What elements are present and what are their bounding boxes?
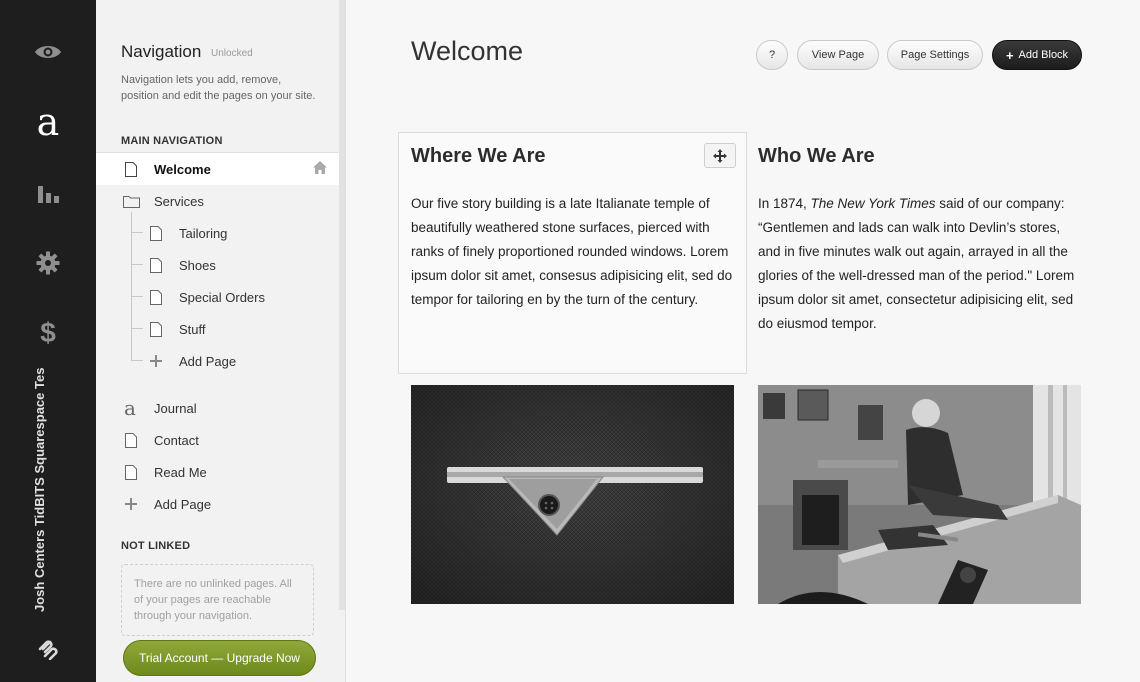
nav-item-journal[interactable]: a Journal <box>96 392 339 424</box>
nav-item-label: Special Orders <box>179 289 265 305</box>
site-name: Josh Centers TidBITS Squarespace Tes <box>32 367 47 612</box>
nav-item-label: Welcome <box>154 161 211 177</box>
nav-item-shoes[interactable]: Shoes <box>96 249 339 281</box>
add-block-label: Add Block <box>1018 49 1069 61</box>
nav-item-stuff[interactable]: Stuff <box>96 313 339 345</box>
page-settings-button[interactable]: Page Settings <box>887 40 983 70</box>
where-we-are-text[interactable]: Our five story building is a late Italia… <box>411 192 737 312</box>
nav-item-label: Add Page <box>179 353 237 369</box>
where-we-are-heading: Where We Are <box>411 145 546 167</box>
newspaper-name: The New York Times <box>810 196 936 211</box>
panel-title: Navigation <box>121 42 202 61</box>
folder-icon <box>122 192 140 210</box>
nav-item-label: Read Me <box>154 464 207 480</box>
panel-description: Navigation lets you add, remove, positio… <box>121 74 316 102</box>
upgrade-button[interactable]: Trial Account — Upgrade Now <box>123 640 316 676</box>
view-page-button[interactable]: View Page <box>797 40 879 70</box>
panel-scrollbar[interactable] <box>339 0 345 610</box>
main-navigation-label: MAIN NAVIGATION <box>121 135 223 147</box>
jacket-pocket-image[interactable] <box>411 385 734 604</box>
who-we-are-text[interactable]: In 1874, The New York Times said of our … <box>758 192 1084 336</box>
nav-item-label: Services <box>154 193 204 209</box>
home-icon[interactable] <box>313 161 327 177</box>
nav-item-tailoring[interactable]: Tailoring <box>96 217 339 249</box>
nav-item-label: Add Page <box>154 496 212 512</box>
eye-icon[interactable] <box>0 40 96 64</box>
nav-item-add-page[interactable]: Add Page <box>96 488 339 520</box>
nav-item-label: Stuff <box>179 321 206 337</box>
page-title: Welcome <box>411 36 524 66</box>
page-icon <box>123 463 139 481</box>
gear-icon[interactable] <box>0 250 96 276</box>
nav-item-welcome[interactable]: Welcome <box>96 153 339 185</box>
who-we-are-heading: Who We Are <box>758 145 875 167</box>
nav-item-label: Shoes <box>179 257 216 273</box>
nav-item-contact[interactable]: Contact <box>96 424 339 456</box>
nav-item-label: Journal <box>154 400 197 416</box>
quote-body: said of our company: “Gentlemen and lads… <box>758 196 1075 331</box>
page-icon <box>148 224 164 242</box>
nav-item-read-me[interactable]: Read Me <box>96 456 339 488</box>
nav-item-label: Tailoring <box>179 225 228 241</box>
help-button[interactable]: ? <box>756 40 788 70</box>
page-icon <box>148 320 164 338</box>
not-linked-label: NOT LINKED <box>121 540 191 552</box>
plus-icon: + <box>1005 47 1014 63</box>
page-icon <box>148 256 164 274</box>
page-editor: Welcome ? View Page Page Settings + Add … <box>346 0 1140 682</box>
left-rail: a $ Josh Centers TidBITS Squarespace Tes <box>0 0 96 682</box>
blog-icon: a <box>124 396 136 420</box>
nav-item-label: Contact <box>154 432 199 448</box>
plus-icon <box>148 352 164 370</box>
unlinked-pages-dropzone[interactable]: There are no unlinked pages. All of your… <box>121 564 314 636</box>
plus-icon <box>123 495 139 513</box>
page-icon <box>123 160 139 178</box>
page-icon <box>123 431 139 449</box>
page-icon <box>148 288 164 306</box>
tailor-photo-image[interactable] <box>758 385 1081 604</box>
quote-intro: In 1874, <box>758 196 811 211</box>
nav-item-add-page-services[interactable]: Add Page <box>96 345 339 377</box>
dollar-icon[interactable]: $ <box>0 317 96 348</box>
squarespace-a-icon[interactable]: a <box>0 103 96 141</box>
stats-icon[interactable] <box>0 180 96 206</box>
nav-item-services[interactable]: Services <box>96 185 339 217</box>
squarespace-logo-icon[interactable] <box>0 636 96 662</box>
add-block-button[interactable]: + Add Block <box>992 40 1082 70</box>
navigation-panel: Navigation Unlocked Navigation lets you … <box>96 0 346 682</box>
nav-item-special-orders[interactable]: Special Orders <box>96 281 339 313</box>
lock-status[interactable]: Unlocked <box>211 48 253 59</box>
move-icon[interactable] <box>704 143 736 168</box>
